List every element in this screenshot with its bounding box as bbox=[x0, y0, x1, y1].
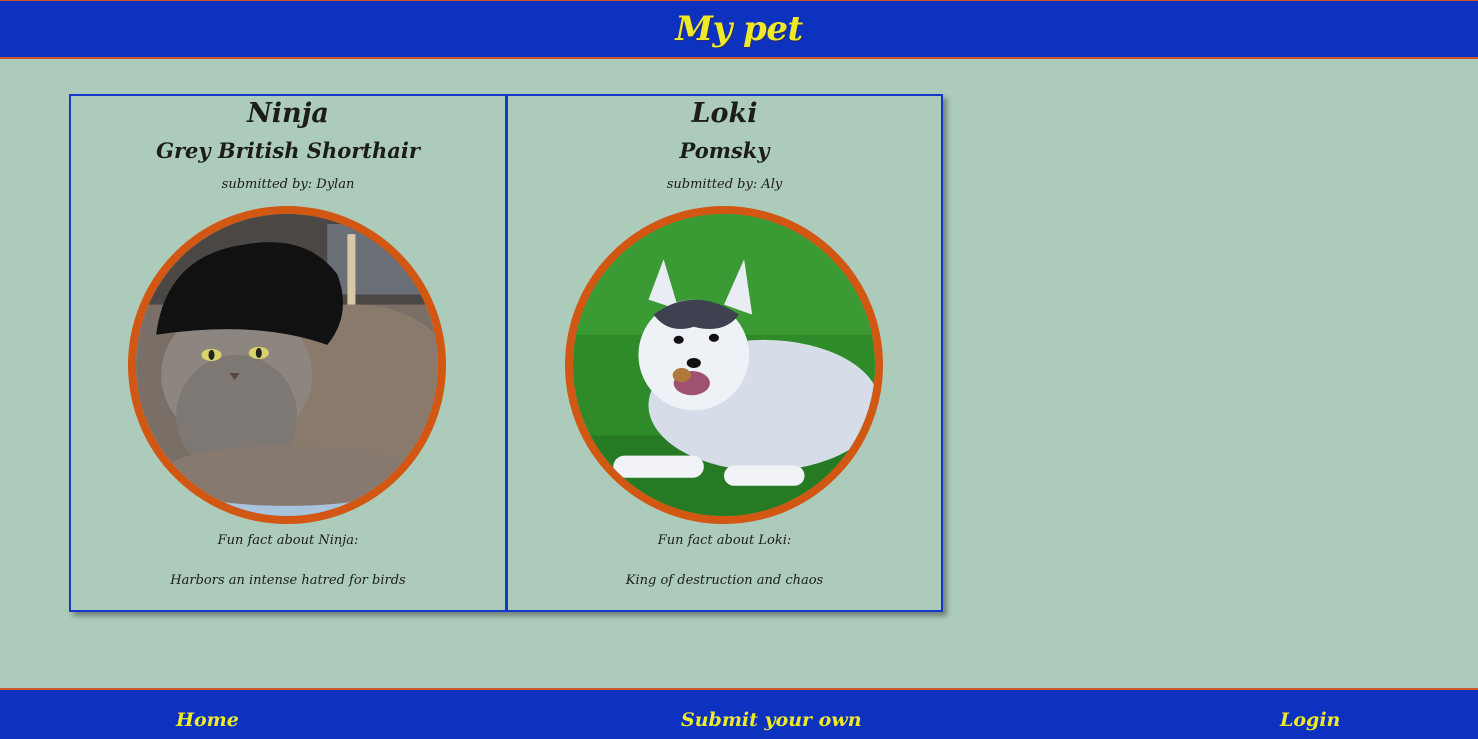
fun-fact-text: Harbors an intense hatred for birds bbox=[170, 573, 406, 588]
footer-nav: Home Submit your own Login bbox=[0, 688, 1478, 739]
pet-cards: Ninja Grey British Shorthair submitted b… bbox=[69, 94, 943, 612]
pet-breed: Pomsky bbox=[679, 138, 770, 163]
header-bar: My pet bbox=[0, 0, 1478, 59]
submitted-by: submitted by: Dylan bbox=[221, 177, 355, 192]
nav-submit-link[interactable]: Submit your own bbox=[681, 709, 862, 731]
site-title: My pet bbox=[675, 9, 803, 49]
fun-fact-text: King of destruction and chaos bbox=[625, 573, 824, 588]
pet-name: Loki bbox=[691, 98, 758, 129]
pet-card-ninja: Ninja Grey British Shorthair submitted b… bbox=[69, 94, 506, 612]
pet-name: Ninja bbox=[247, 98, 329, 129]
nav-login-link[interactable]: Login bbox=[1280, 709, 1340, 731]
pet-card-loki: Loki Pomsky submitted by: Aly Fun fact a… bbox=[506, 94, 943, 612]
pet-breed: Grey British Shorthair bbox=[156, 138, 420, 163]
submitted-by: submitted by: Aly bbox=[666, 177, 783, 192]
nav-home-link[interactable]: Home bbox=[176, 709, 239, 731]
pet-photo-dog bbox=[565, 206, 883, 524]
pet-photo-cat bbox=[128, 206, 446, 524]
fun-fact-label: Fun fact about Loki: bbox=[657, 533, 792, 548]
fun-fact-label: Fun fact about Ninja: bbox=[217, 533, 359, 548]
